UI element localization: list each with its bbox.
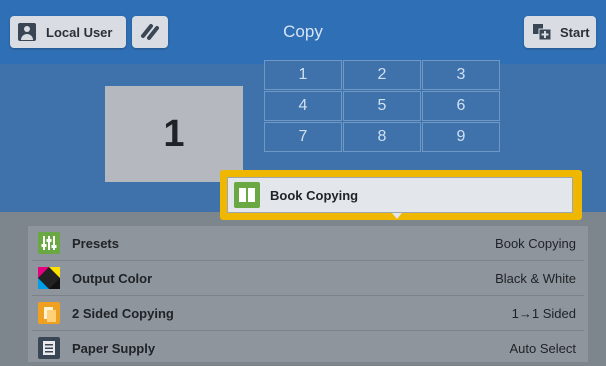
feature-value: Black & White: [495, 270, 576, 286]
key-2[interactable]: 2: [343, 60, 421, 90]
popup-label: Book Copying: [270, 187, 359, 203]
key-5[interactable]: 5: [343, 91, 421, 121]
feature-label: 2 Sided Copying: [72, 305, 174, 321]
feature-label: Paper Supply: [72, 340, 156, 356]
key-9[interactable]: 9: [422, 122, 500, 152]
start-copy-icon: [532, 23, 552, 41]
start-label: Start: [560, 24, 590, 40]
duplex-icon: [38, 302, 60, 324]
feature-row-2-sided[interactable]: 2 Sided Copying 1→1 Sided: [32, 296, 584, 331]
page-title: Copy: [283, 22, 323, 41]
feature-label: Output Color: [72, 270, 153, 286]
book-copying-popup[interactable]: Book Copying: [227, 177, 573, 213]
book-icon: [234, 182, 260, 208]
key-1[interactable]: 1: [264, 60, 342, 90]
paper-icon: [38, 337, 60, 359]
color-icon: [38, 267, 60, 289]
key-8[interactable]: 8: [343, 122, 421, 152]
feature-value: 1→1 Sided: [511, 305, 576, 321]
feature-value: Book Copying: [495, 235, 576, 251]
quantity-value: 1: [163, 112, 185, 155]
presets-icon: [38, 232, 60, 254]
feature-row-paper-supply[interactable]: Paper Supply Auto Select: [32, 331, 584, 366]
start-button[interactable]: Start: [524, 16, 596, 48]
feature-label: Presets: [72, 235, 119, 251]
feature-row-presets[interactable]: Presets Book Copying: [32, 226, 584, 261]
key-7[interactable]: 7: [264, 122, 342, 152]
key-6[interactable]: 6: [422, 91, 500, 121]
feature-row-output-color[interactable]: Output Color Black & White: [32, 261, 584, 296]
key-4[interactable]: 4: [264, 91, 342, 121]
feature-value: Auto Select: [509, 340, 577, 356]
quantity-display[interactable]: 1: [105, 86, 243, 182]
key-3[interactable]: 3: [422, 60, 500, 90]
popup-pointer: [392, 213, 402, 219]
numeric-keypad: 1 2 3 4 5 6 7 8 9: [264, 60, 500, 180]
